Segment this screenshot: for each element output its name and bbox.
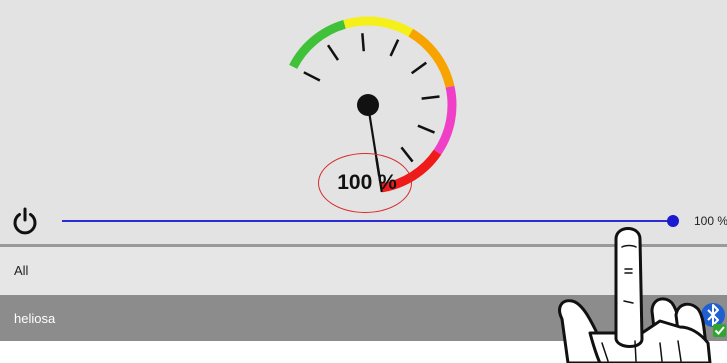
gauge-tick	[361, 33, 366, 52]
brightness-slider[interactable]	[62, 211, 682, 233]
check-icon	[713, 324, 726, 337]
gauge-value-label: 100 %	[337, 171, 397, 194]
gauge-hub	[357, 94, 379, 116]
gauge-tick	[303, 71, 321, 82]
list-item-label: All	[14, 263, 29, 278]
gauge-arc-segment	[433, 85, 457, 155]
bottom-space	[0, 341, 727, 363]
power-icon[interactable]	[9, 205, 41, 237]
app-screen: 100 % 100 % All heliosa	[0, 0, 727, 363]
slider-thumb[interactable]	[667, 215, 679, 227]
list-item-all[interactable]: All	[0, 247, 727, 295]
gauge-arc-segment	[343, 16, 414, 37]
slider-track	[62, 220, 674, 222]
gauge-tick	[410, 61, 427, 75]
gauge-tick	[421, 95, 440, 100]
gauge-tick	[417, 124, 435, 134]
gauge-tick	[389, 39, 400, 57]
gauge-tick	[326, 44, 340, 61]
brightness-readout: 100 %	[694, 214, 727, 228]
bluetooth-icon	[701, 303, 726, 337]
list-item-device[interactable]: heliosa	[0, 295, 727, 341]
gauge-arc-segment	[408, 28, 455, 88]
device-name: heliosa	[14, 311, 56, 326]
